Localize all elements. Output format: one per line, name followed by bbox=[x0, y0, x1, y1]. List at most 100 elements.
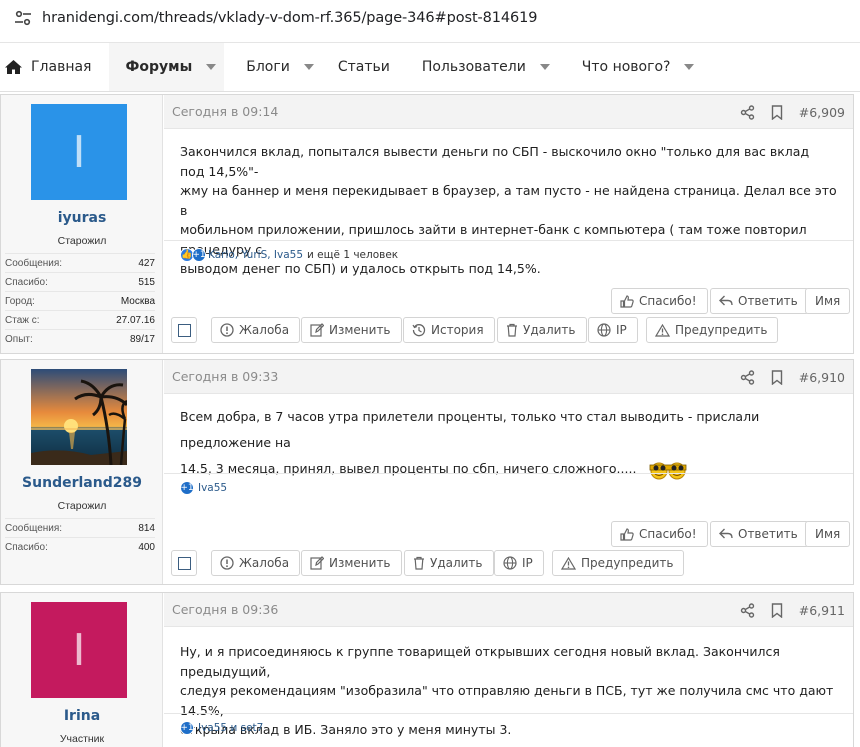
nav-forums[interactable]: Форумы bbox=[109, 43, 225, 91]
username[interactable]: Sunderland289 bbox=[1, 475, 163, 491]
post-user-panel: Sunderland289 Старожил Сообщения: 814 Спа… bbox=[1, 360, 163, 584]
post-time[interactable]: Сегодня в 09:33 bbox=[172, 369, 278, 384]
main-nav: Главная Форумы Блоги Статьи Пользователи… bbox=[0, 42, 860, 92]
post-user-panel: I Irina Участник bbox=[1, 593, 163, 747]
trash-icon bbox=[507, 323, 517, 337]
plus-one-icon: +1 bbox=[180, 480, 194, 495]
thumbs-up-icon bbox=[620, 294, 634, 308]
like-button[interactable]: Спасибо! bbox=[611, 521, 708, 547]
warning-icon bbox=[561, 556, 576, 570]
post-time[interactable]: Сегодня в 09:36 bbox=[172, 602, 278, 617]
nav-forums-label: Форумы bbox=[125, 59, 193, 75]
bookmark-icon[interactable] bbox=[771, 602, 783, 618]
likes-rest[interactable]: и ещё 1 человек bbox=[307, 249, 398, 261]
nav-users-label: Пользователи bbox=[421, 59, 526, 75]
nav-whats-new-label: Что нового? bbox=[581, 59, 671, 75]
bookmark-icon[interactable] bbox=[771, 104, 783, 120]
stat-row: Опыт: 89/17 bbox=[5, 329, 155, 348]
nav-articles-label: Статьи bbox=[337, 59, 390, 75]
edit-button[interactable]: Изменить bbox=[301, 550, 402, 576]
avatar[interactable] bbox=[31, 369, 127, 465]
stat-row: Спасибо: 400 bbox=[5, 537, 155, 556]
history-button[interactable]: История bbox=[403, 317, 495, 343]
like-button[interactable]: Спасибо! bbox=[611, 288, 708, 314]
avatar[interactable]: I bbox=[31, 104, 127, 200]
post-text-line: Всем добра, в 7 часов утра прилетели про… bbox=[180, 409, 760, 450]
username[interactable]: Irina bbox=[1, 708, 163, 724]
chevron-down-icon[interactable] bbox=[684, 64, 695, 70]
avatar[interactable]: I bbox=[31, 602, 127, 698]
address-bar[interactable]: hranidengi.com/threads/vklady-v-dom-rf.3… bbox=[0, 0, 860, 36]
post-text-line: Закончился вклад, попытался вывести день… bbox=[180, 144, 810, 179]
likes-names[interactable]: Iva55 bbox=[198, 482, 227, 494]
post-body: Всем добра, в 7 часов утра прилетели про… bbox=[164, 394, 853, 482]
nav-blogs-label: Блоги bbox=[246, 59, 290, 75]
nav-home-label: Главная bbox=[31, 59, 92, 75]
report-button[interactable]: Жалоба bbox=[211, 550, 301, 576]
share-icon[interactable] bbox=[740, 369, 755, 385]
post-number[interactable]: #6,911 bbox=[799, 603, 845, 618]
reaction-icons: 👍 +1 bbox=[180, 247, 206, 262]
chevron-down-icon[interactable] bbox=[539, 64, 550, 70]
edit-button[interactable]: Изменить bbox=[301, 317, 402, 343]
home-icon bbox=[5, 60, 22, 74]
bookmark-icon[interactable] bbox=[771, 369, 783, 385]
user-stats: Сообщения: 814 Спасибо: 400 bbox=[5, 518, 155, 556]
name-button[interactable]: Имя bbox=[805, 521, 851, 547]
nav-users[interactable]: Пользователи bbox=[404, 43, 564, 91]
reply-button[interactable]: Ответить bbox=[710, 521, 809, 547]
post-number[interactable]: #6,910 bbox=[799, 370, 845, 385]
delete-button[interactable]: Удалить bbox=[497, 317, 587, 343]
globe-icon bbox=[503, 556, 517, 570]
post-number[interactable]: #6,909 bbox=[799, 105, 845, 120]
ip-button[interactable]: IP bbox=[588, 317, 638, 343]
post-header: Сегодня в 09:33 #6,910 bbox=[164, 360, 853, 394]
nav-whats-new[interactable]: Что нового? bbox=[564, 43, 709, 91]
plus-one-icon: +1 bbox=[180, 720, 194, 735]
reply-button[interactable]: Ответить bbox=[710, 288, 809, 314]
delete-button[interactable]: Удалить bbox=[404, 550, 494, 576]
likes-bar: +1 Iva55 и set7 bbox=[164, 713, 853, 741]
chevron-down-icon[interactable] bbox=[303, 64, 314, 70]
trash-icon bbox=[414, 556, 424, 570]
chevron-down-icon[interactable] bbox=[206, 64, 217, 70]
share-icon[interactable] bbox=[740, 104, 755, 120]
select-checkbox[interactable] bbox=[171, 550, 197, 576]
warn-button[interactable]: Предупредить bbox=[646, 317, 779, 343]
name-button[interactable]: Имя bbox=[805, 288, 851, 314]
post-time[interactable]: Сегодня в 09:14 bbox=[172, 104, 278, 119]
reaction-icons: +1 bbox=[180, 720, 194, 735]
stat-row: Спасибо: 515 bbox=[5, 272, 155, 291]
share-icon[interactable] bbox=[740, 602, 755, 618]
post-text-line: жму на баннер и меня перекидывает в брау… bbox=[180, 183, 837, 218]
nav-articles[interactable]: Статьи bbox=[328, 43, 404, 91]
user-title: Участник bbox=[59, 733, 105, 745]
edit-icon bbox=[310, 556, 324, 570]
nav-blogs[interactable]: Блоги bbox=[224, 43, 328, 91]
nav-home[interactable]: Главная bbox=[0, 43, 105, 91]
username[interactable]: iyuras bbox=[1, 210, 163, 226]
history-icon bbox=[412, 324, 426, 337]
reply-icon bbox=[719, 528, 733, 539]
alert-circle-icon bbox=[220, 556, 234, 570]
user-title: Старожил bbox=[57, 500, 107, 512]
warning-icon bbox=[655, 323, 670, 337]
likes-names[interactable]: Iva55 и set7 bbox=[198, 722, 263, 734]
post-6911: I Irina Участник Сегодня в 09:36 #6,911 … bbox=[0, 592, 854, 747]
warn-button[interactable]: Предупредить bbox=[552, 550, 685, 576]
select-checkbox[interactable] bbox=[171, 317, 197, 343]
ip-button[interactable]: IP bbox=[494, 550, 544, 576]
thumbs-up-icon bbox=[620, 527, 634, 541]
sunset-avatar-image bbox=[31, 369, 127, 465]
reply-icon bbox=[719, 295, 733, 306]
report-button[interactable]: Жалоба bbox=[211, 317, 301, 343]
likes-bar: +1 Iva55 bbox=[164, 473, 853, 501]
likes-names[interactable]: Karlo, YuriS, Iva55 bbox=[208, 249, 303, 261]
user-stats: Сообщения: 427 Спасибо: 515 Город: Москва С… bbox=[5, 253, 155, 348]
site-settings-icon[interactable] bbox=[14, 10, 32, 26]
stat-row: Стаж с: 27.07.16 bbox=[5, 310, 155, 329]
reaction-icons: +1 bbox=[180, 480, 194, 495]
url-text[interactable]: hranidengi.com/threads/vklady-v-dom-rf.3… bbox=[42, 10, 538, 26]
user-title: Старожил bbox=[57, 235, 107, 247]
stat-row: Сообщения: 814 bbox=[5, 518, 155, 537]
